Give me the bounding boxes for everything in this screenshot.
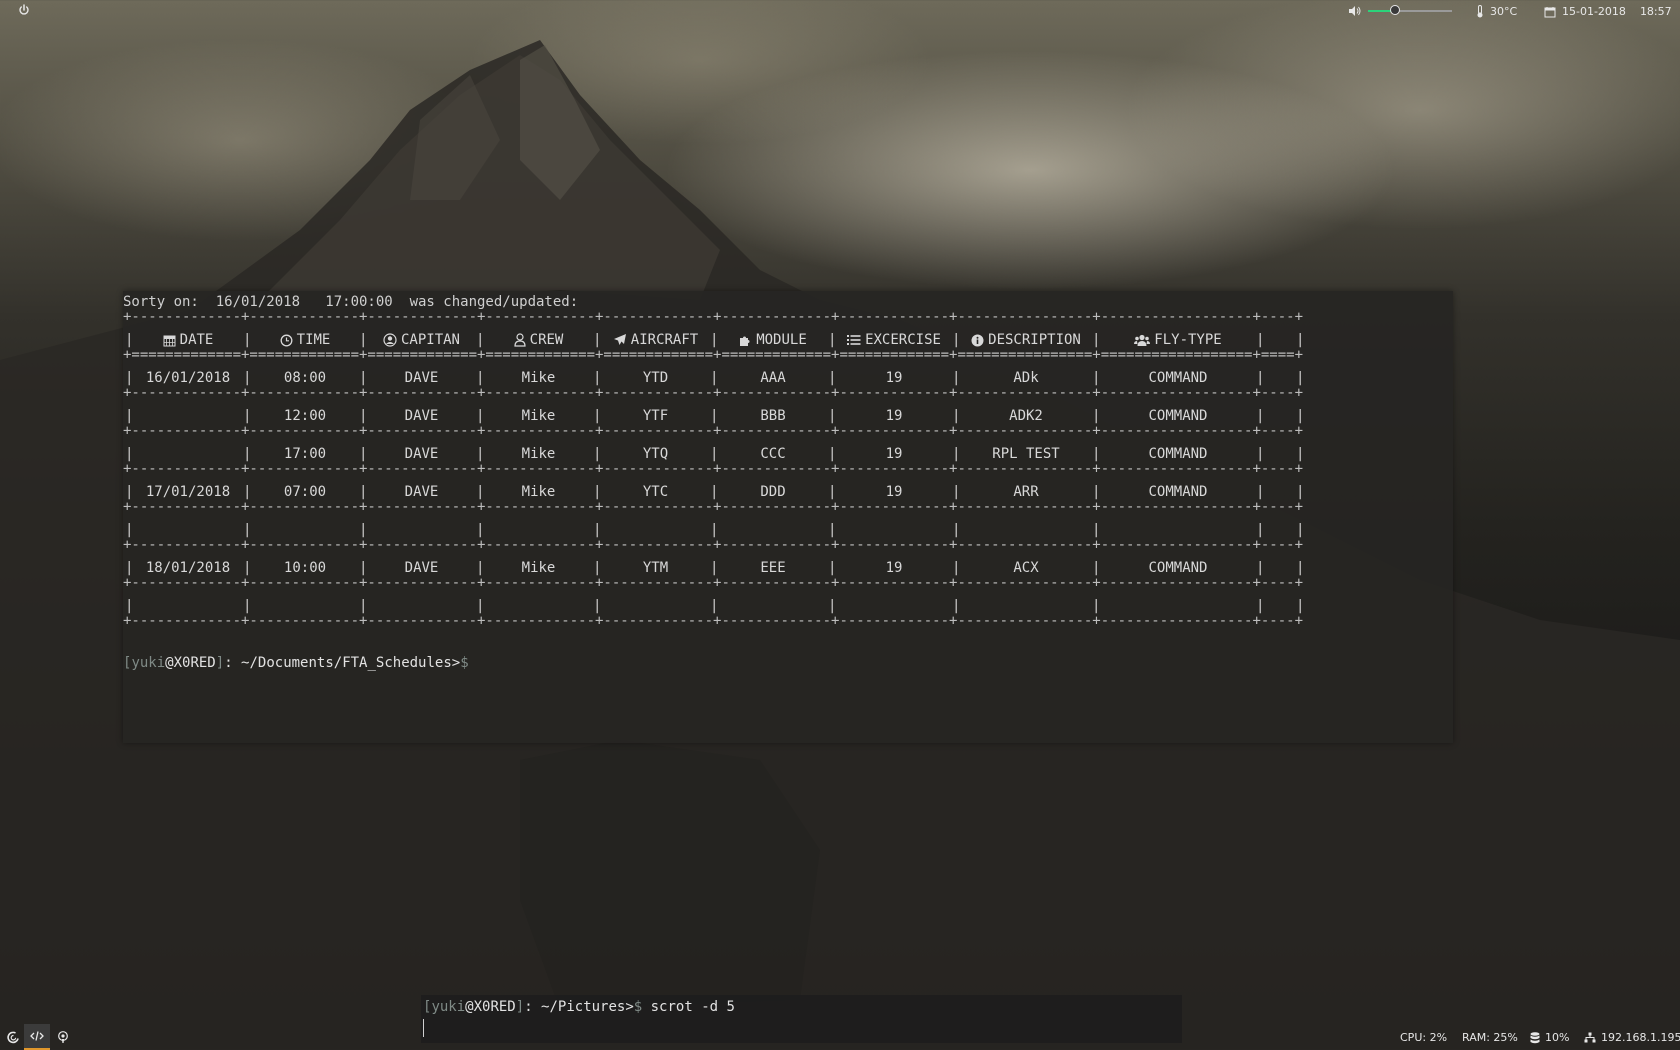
- command-text: scrot -d 5: [642, 999, 735, 1015]
- time-value: 18:57: [1639, 5, 1672, 18]
- info-icon: [971, 334, 984, 347]
- debian-icon: [6, 1031, 19, 1043]
- temperature-widget: 30°C: [1476, 5, 1517, 18]
- date-widget[interactable]: 15-01-2018 18:57: [1544, 5, 1672, 18]
- code-icon: [30, 1031, 44, 1041]
- prompt-close: ]: [515, 999, 525, 1015]
- update-notice: Sorty on: 16/01/2018 17:00:00 was change…: [123, 294, 579, 310]
- prompt-path: : ~/Pictures>: [524, 999, 634, 1015]
- ip-address: 192.168.1.195: [1601, 1031, 1680, 1044]
- launcher-debian[interactable]: [0, 1024, 26, 1050]
- prompt-close: ]: [215, 655, 225, 671]
- podcast-icon: [58, 1030, 68, 1043]
- clock-icon: [280, 334, 293, 347]
- database-icon: [1530, 1031, 1540, 1043]
- volume-icon: [1349, 6, 1361, 16]
- temperature-value: 30°C: [1490, 5, 1518, 18]
- prompt-dollar: $: [633, 999, 643, 1015]
- calendar-icon: [1544, 6, 1556, 17]
- mini-terminal-prompt: [yuki@X0RED]: ~/Pictures>$ scrot -d 5: [423, 998, 735, 1016]
- terminal-prompt: [yuki@X0RED]: ~/Documents/FTA_Schedules>…: [123, 654, 469, 672]
- disk-usage: 10%: [1530, 1031, 1569, 1044]
- cpu-usage: CPU: 2%: [1400, 1031, 1448, 1044]
- prompt-at: @: [465, 999, 474, 1015]
- puzzle-icon: [739, 334, 752, 347]
- users-icon: [1134, 334, 1151, 347]
- volume-slider-knob[interactable]: [1389, 5, 1400, 15]
- ram-usage: RAM: 25%: [1462, 1031, 1518, 1044]
- volume-slider[interactable]: [1368, 5, 1452, 15]
- network-icon: [1584, 1032, 1596, 1043]
- table-row-separator: +-------------+-------------+-----------…: [123, 615, 1304, 627]
- date-value: 15-01-2018: [1562, 5, 1626, 18]
- prompt-user: yuki: [431, 999, 466, 1015]
- launcher-code[interactable]: [24, 1024, 50, 1050]
- prompt-path: : ~/Documents/FTA_Schedules>: [224, 655, 461, 671]
- disk-value: 10%: [1545, 1031, 1570, 1044]
- volume-control[interactable]: [1348, 5, 1452, 17]
- prompt-dollar: $: [460, 655, 469, 671]
- bottom-panel: CPU: 2% RAM: 25% 10% 192.168.1.195: [0, 1024, 1680, 1050]
- power-button[interactable]: [18, 4, 30, 16]
- list-icon: [847, 334, 861, 346]
- network-widget: 192.168.1.195: [1584, 1031, 1680, 1044]
- prompt-host: X0RED: [173, 655, 216, 671]
- user-circle-icon: [383, 333, 397, 347]
- user-icon: [514, 333, 526, 347]
- power-icon: [19, 4, 29, 15]
- plane-icon: [613, 333, 627, 347]
- thermometer-icon: [1477, 5, 1483, 18]
- top-panel: 30°C 15-01-2018 18:57: [0, 0, 1680, 26]
- prompt-at: @: [165, 655, 174, 671]
- prompt-user: yuki: [131, 655, 166, 671]
- prompt-host: X0RED: [473, 999, 516, 1015]
- launcher-podcast[interactable]: [50, 1024, 76, 1050]
- terminal-window[interactable]: Sorty on: 16/01/2018 17:00:00 was change…: [123, 291, 1453, 743]
- calendar-icon: [163, 334, 176, 347]
